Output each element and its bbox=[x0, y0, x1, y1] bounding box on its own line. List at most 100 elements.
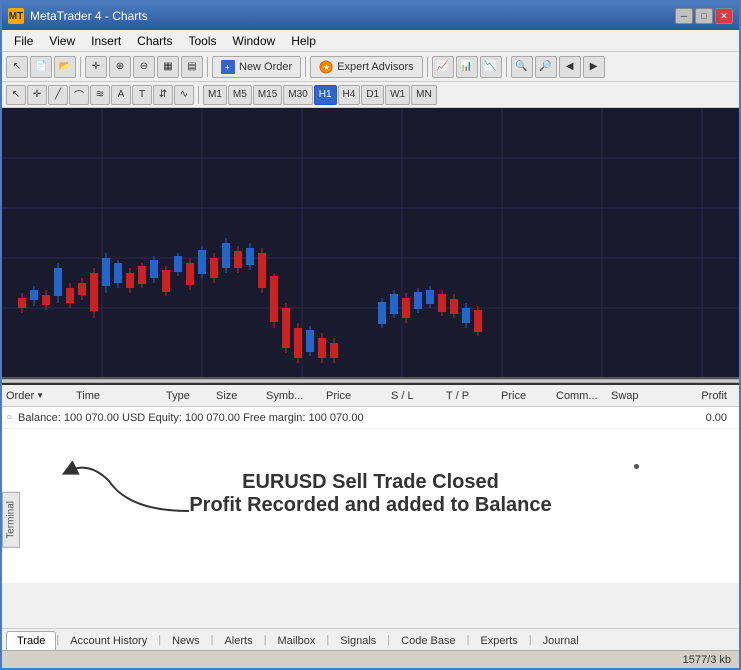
maximize-button[interactable]: □ bbox=[695, 8, 713, 24]
timeframe-h4[interactable]: H4 bbox=[338, 85, 361, 105]
annotation-container: EURUSD Sell Trade Closed Profit Recorded… bbox=[2, 429, 739, 559]
col-header-time[interactable]: Time bbox=[76, 390, 166, 402]
col-header-profit[interactable]: Profit bbox=[661, 390, 735, 402]
candlestick-chart bbox=[2, 108, 739, 379]
col-header-swap[interactable]: Swap bbox=[611, 390, 661, 402]
menu-file[interactable]: File bbox=[6, 32, 41, 50]
annotation-line2: Profit Recorded and added to Balance bbox=[189, 494, 551, 517]
toolbar-sep2 bbox=[207, 57, 208, 77]
toolbar-open[interactable]: 📂 bbox=[54, 56, 76, 78]
annotation-arrow-svg bbox=[49, 461, 209, 521]
profit-value: 0.00 bbox=[706, 412, 735, 424]
label-cursor[interactable]: T bbox=[132, 85, 152, 105]
app-icon-text: MT bbox=[9, 11, 23, 22]
wave-cursor[interactable]: ≋ bbox=[90, 85, 110, 105]
toolbar-scroll1[interactable]: ◀ bbox=[559, 56, 581, 78]
toolbar-zoom2[interactable]: 🔎 bbox=[535, 56, 557, 78]
annotation-block: EURUSD Sell Trade Closed Profit Recorded… bbox=[189, 471, 551, 517]
window-controls: ─ □ ✕ bbox=[675, 8, 733, 24]
period-sep[interactable]: ∿ bbox=[174, 85, 194, 105]
chart-area[interactable] bbox=[2, 108, 739, 379]
toolbar-zoom-in[interactable]: ⊕ bbox=[109, 56, 131, 78]
close-button[interactable]: ✕ bbox=[715, 8, 733, 24]
menu-tools[interactable]: Tools bbox=[181, 32, 225, 50]
new-order-button[interactable]: + New Order bbox=[212, 56, 301, 78]
minimize-button[interactable]: ─ bbox=[675, 8, 693, 24]
tab-code-base[interactable]: Code Base bbox=[390, 631, 466, 650]
app-icon: MT bbox=[8, 8, 24, 24]
tab-experts[interactable]: Experts bbox=[469, 631, 528, 650]
col-header-symbol[interactable]: Symb... bbox=[266, 390, 326, 402]
new-order-icon: + bbox=[221, 60, 235, 74]
title-bar-left: MT MetaTrader 4 - Charts bbox=[8, 8, 148, 24]
col-header-sl[interactable]: S / L bbox=[391, 390, 446, 402]
status-text: 1577/3 kb bbox=[683, 654, 731, 666]
tab-mailbox[interactable]: Mailbox bbox=[266, 631, 326, 650]
timeframe-m1[interactable]: M1 bbox=[203, 85, 227, 105]
toolbar-new[interactable]: 📄 bbox=[30, 56, 52, 78]
terminal-table-header: Order ▼ Time Type Size Symb... Price S /… bbox=[2, 385, 739, 407]
main-toolbar: ↖ 📄 📂 ✛ ⊕ ⊖ ▦ ▤ + New Order ★ Expert Adv… bbox=[2, 52, 739, 82]
timeframe-m30[interactable]: M30 bbox=[283, 85, 312, 105]
tf-sep1 bbox=[198, 86, 199, 104]
timeframe-h1[interactable]: H1 bbox=[314, 85, 337, 105]
side-label-text: Terminal bbox=[6, 501, 17, 539]
col-header-type[interactable]: Type bbox=[166, 390, 216, 402]
col-header-comm[interactable]: Comm... bbox=[556, 390, 611, 402]
arrow-cursor[interactable]: ⇵ bbox=[153, 85, 173, 105]
balance-row: ○ Balance: 100 070.00 USD Equity: 100 07… bbox=[2, 407, 739, 429]
col-header-price[interactable]: Price bbox=[326, 390, 391, 402]
toolbar-sep3 bbox=[305, 57, 306, 77]
title-bar: MT MetaTrader 4 - Charts ─ □ ✕ bbox=[2, 2, 739, 30]
menu-window[interactable]: Window bbox=[225, 32, 284, 50]
expert-advisors-button[interactable]: ★ Expert Advisors bbox=[310, 56, 422, 78]
menu-charts[interactable]: Charts bbox=[129, 32, 180, 50]
tab-trade[interactable]: Trade bbox=[6, 631, 56, 650]
tab-account-history[interactable]: Account History bbox=[59, 631, 158, 650]
menu-bar: File View Insert Charts Tools Window Hel… bbox=[2, 30, 739, 52]
tab-news[interactable]: News bbox=[161, 631, 211, 650]
timeframe-m15[interactable]: M15 bbox=[253, 85, 282, 105]
expert-advisors-label: Expert Advisors bbox=[337, 61, 413, 73]
new-order-label: New Order bbox=[239, 61, 292, 73]
toolbar-trade1[interactable]: 📈 bbox=[432, 56, 454, 78]
line-cursor[interactable]: ╱ bbox=[48, 85, 68, 105]
tab-alerts[interactable]: Alerts bbox=[213, 631, 263, 650]
col-header-tp[interactable]: T / P bbox=[446, 390, 501, 402]
menu-view[interactable]: View bbox=[41, 32, 83, 50]
col-header-price2[interactable]: Price bbox=[501, 390, 556, 402]
toolbar-trade2[interactable]: 📊 bbox=[456, 56, 478, 78]
toolbar-zoom1[interactable]: 🔍 bbox=[511, 56, 533, 78]
menu-help[interactable]: Help bbox=[283, 32, 324, 50]
terminal-side-label[interactable]: Terminal bbox=[2, 492, 20, 548]
toolbar-sep5 bbox=[506, 57, 507, 77]
tab-journal[interactable]: Journal bbox=[532, 631, 590, 650]
timeframe-m5[interactable]: M5 bbox=[228, 85, 252, 105]
row-indicator: ○ bbox=[6, 412, 12, 423]
toolbar-trade3[interactable]: 📉 bbox=[480, 56, 502, 78]
toolbar-chart-type1[interactable]: ▦ bbox=[157, 56, 179, 78]
main-window: MT MetaTrader 4 - Charts ─ □ ✕ File View… bbox=[0, 0, 741, 670]
toolbar-arrow[interactable]: ↖ bbox=[6, 56, 28, 78]
tab-signals[interactable]: Signals bbox=[329, 631, 387, 650]
annotation-line1: EURUSD Sell Trade Closed bbox=[189, 471, 551, 494]
toolbar-scroll2[interactable]: ▶ bbox=[583, 56, 605, 78]
terminal-panel: Order ▼ Time Type Size Symb... Price S /… bbox=[2, 383, 739, 583]
text-cursor[interactable]: A bbox=[111, 85, 131, 105]
crosshair-cursor[interactable]: ✛ bbox=[27, 85, 47, 105]
toolbar-crosshair[interactable]: ✛ bbox=[85, 56, 107, 78]
timeframe-toolbar: ↖ ✛ ╱ ⌒ ≋ A T ⇵ ∿ M1 M5 M15 M30 H1 H4 D1… bbox=[2, 82, 739, 108]
timeframe-d1[interactable]: D1 bbox=[361, 85, 384, 105]
col-header-size[interactable]: Size bbox=[216, 390, 266, 402]
toolbar-zoom-out[interactable]: ⊖ bbox=[133, 56, 155, 78]
angle-cursor[interactable]: ⌒ bbox=[69, 85, 89, 105]
timeframe-w1[interactable]: W1 bbox=[385, 85, 410, 105]
select-cursor[interactable]: ↖ bbox=[6, 85, 26, 105]
timeframe-mn[interactable]: MN bbox=[411, 85, 437, 105]
annotation-dot bbox=[634, 464, 639, 469]
toolbar-chart-type2[interactable]: ▤ bbox=[181, 56, 203, 78]
col-header-order[interactable]: Order ▼ bbox=[6, 390, 76, 402]
menu-insert[interactable]: Insert bbox=[83, 32, 129, 50]
window-title: MetaTrader 4 - Charts bbox=[30, 9, 148, 23]
svg-text:★: ★ bbox=[323, 63, 330, 72]
